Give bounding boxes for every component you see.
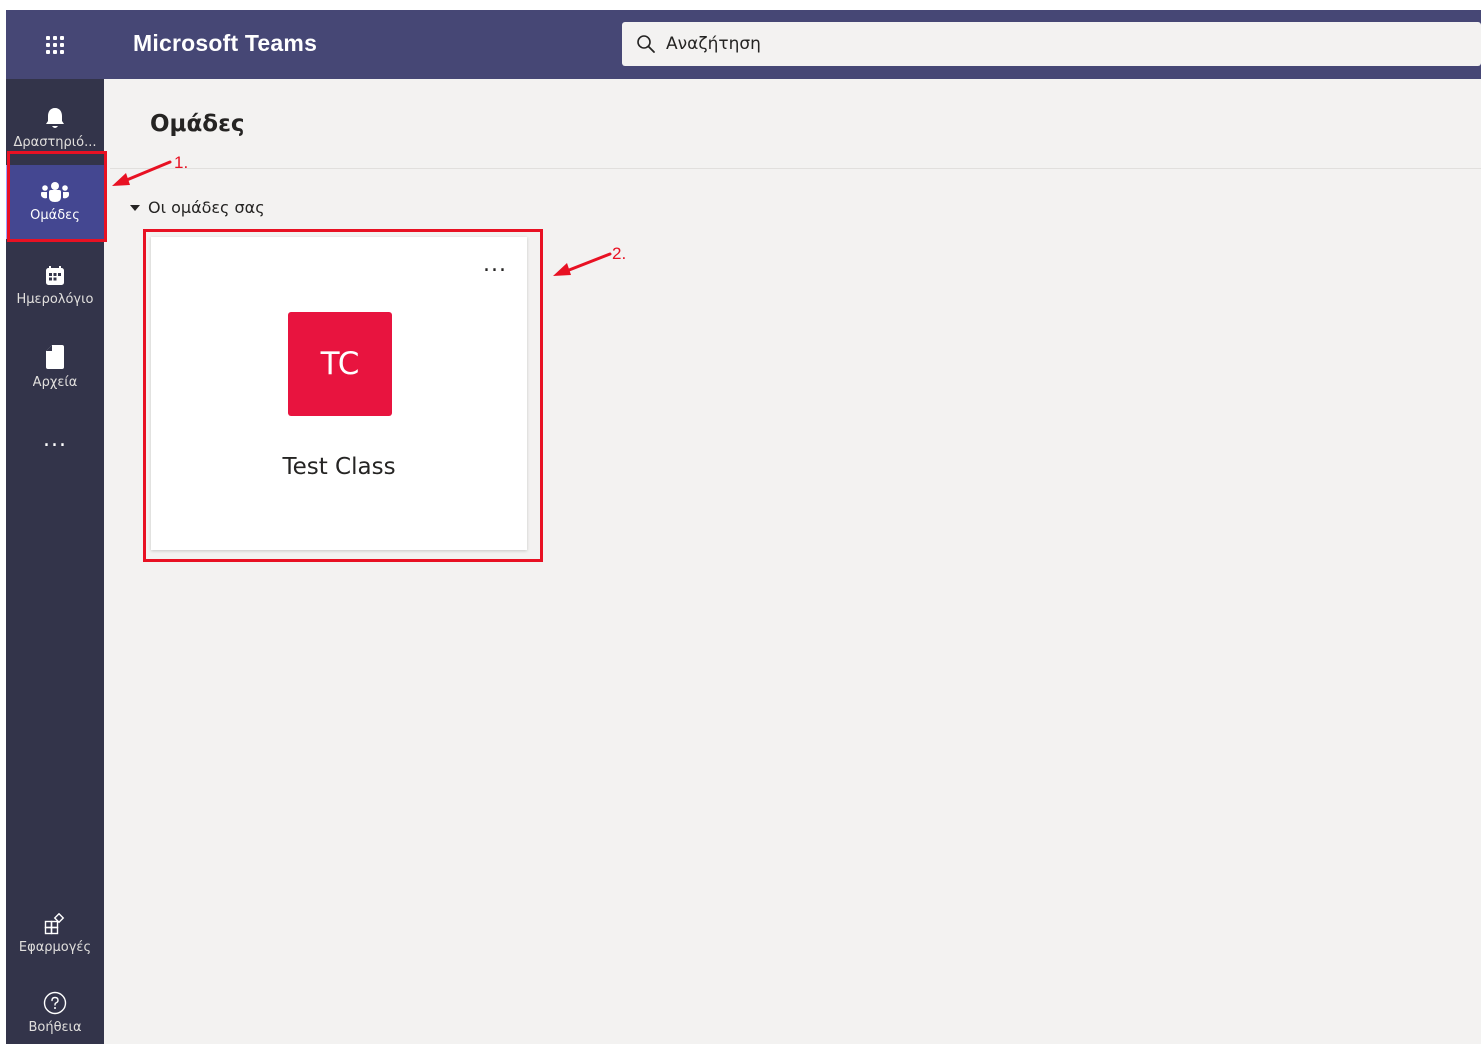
rail-item-calendar[interactable]: Ημερολόγιο [6, 249, 104, 323]
team-avatar: TC [288, 312, 392, 416]
rail-item-label: Εφαρμογές [18, 940, 92, 955]
waffle-icon [46, 35, 64, 54]
teams-app: Microsoft Teams Δραστηριό... [6, 10, 1481, 1044]
top-bar: Microsoft Teams [6, 10, 1481, 79]
section-label: Οι ομάδες σας [148, 198, 265, 217]
search-input[interactable] [664, 33, 1368, 55]
rail-item-label: Ομάδες [30, 208, 80, 223]
annotation-step-1: 1. [174, 153, 189, 172]
apps-icon [44, 913, 65, 935]
bell-icon [46, 108, 64, 128]
rail-item-teams[interactable]: Ομάδες [6, 165, 104, 239]
teams-icon [41, 182, 69, 202]
help-icon [43, 991, 67, 1015]
rail-item-label: Αρχεία [32, 375, 78, 390]
app-title: Microsoft Teams [133, 30, 318, 56]
rail-item-apps[interactable]: Εφαρμογές [6, 897, 104, 971]
annotation-step-2: 2. [612, 244, 627, 263]
rail-item-activity[interactable]: Δραστηριό... [6, 91, 104, 165]
page-title: Ομάδες [150, 111, 245, 137]
your-teams-section-toggle[interactable]: Οι ομάδες σας [130, 198, 265, 217]
search-icon [637, 35, 655, 53]
more-apps-button[interactable]: ... [6, 419, 104, 459]
file-icon [46, 345, 64, 369]
annotation-arrow-1 [112, 160, 172, 186]
app-launcher-button[interactable] [6, 10, 104, 79]
team-more-options-button[interactable]: ... [483, 254, 507, 276]
rail-item-label: Βοήθεια [28, 1020, 82, 1035]
header-divider [110, 168, 1481, 169]
team-name: Test Class [282, 454, 396, 480]
caret-down-icon [130, 204, 140, 211]
rail-item-label: Ημερολόγιο [16, 292, 94, 307]
app-rail: Δραστηριό... Ομάδες Ημερολόγιο Αρχεία ..… [6, 79, 104, 1044]
search-box[interactable] [622, 22, 1481, 66]
rail-item-files[interactable]: Αρχεία [6, 330, 104, 404]
team-card[interactable]: ... TC Test Class [151, 237, 527, 550]
calendar-icon [46, 266, 64, 285]
annotation-arrow-2 [553, 252, 612, 276]
rail-item-label: Δραστηριό... [13, 135, 97, 150]
rail-item-help[interactable]: Βοήθεια [6, 976, 104, 1050]
